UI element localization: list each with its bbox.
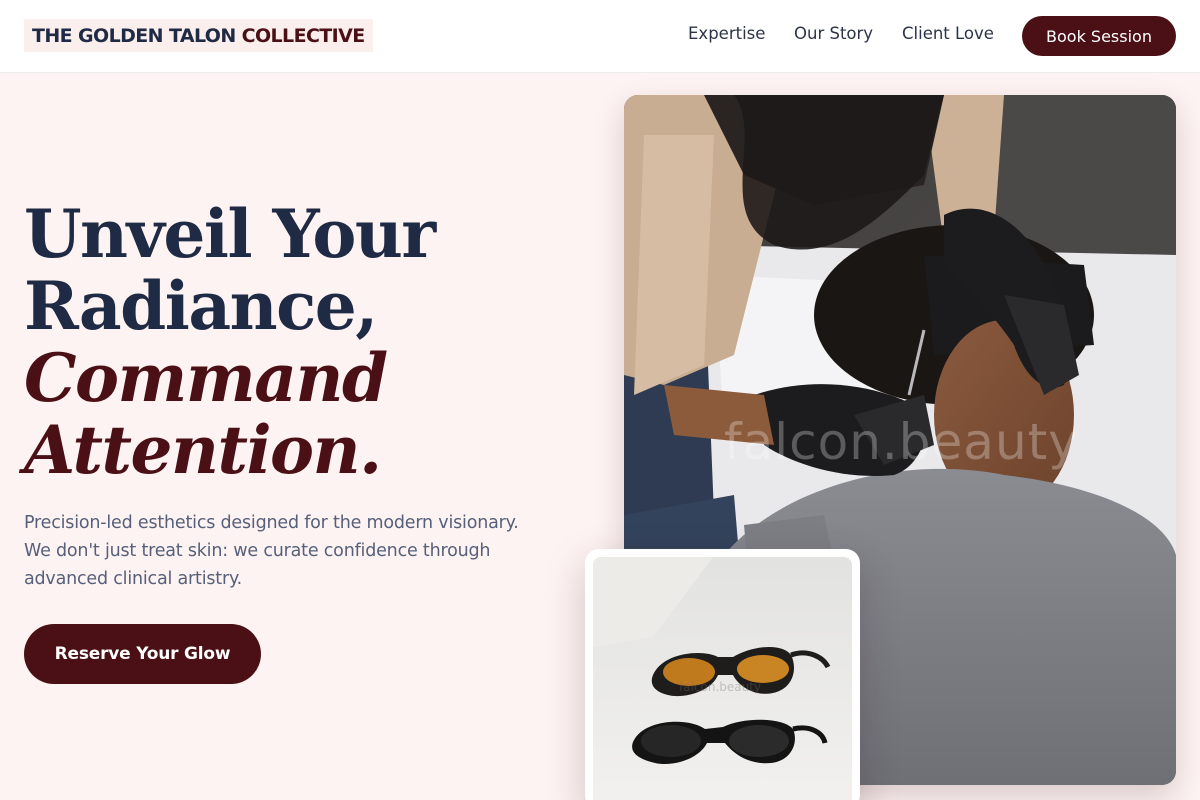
protective-eyewear-photo: falcon.beauty xyxy=(593,557,852,800)
reserve-glow-button[interactable]: Reserve Your Glow xyxy=(24,624,261,684)
nav-link-our-story[interactable]: Our Story xyxy=(794,24,873,43)
image-watermark: falcon.beauty xyxy=(724,413,1079,471)
headline-line-3: Command xyxy=(24,339,388,417)
eyewear-photo-card: falcon.beauty xyxy=(585,549,860,800)
brand-logo[interactable]: THE GOLDEN TALON COLLECTIVE xyxy=(24,19,373,52)
small-image-watermark: falcon.beauty xyxy=(679,680,762,694)
headline-line-4: Attention. xyxy=(24,411,382,489)
headline-line-2: Radiance, xyxy=(24,267,378,345)
nav-link-client-love[interactable]: Client Love xyxy=(902,24,994,43)
hero-headline: Unveil Your Radiance, Command Attention. xyxy=(24,198,584,486)
book-session-button[interactable]: Book Session xyxy=(1022,16,1176,56)
logo-text-accent: COLLECTIVE xyxy=(241,24,366,47)
hero-subtext: Precision-led esthetics designed for the… xyxy=(24,513,519,589)
nav-link-expertise[interactable]: Expertise xyxy=(688,24,765,43)
headline-line-1: Unveil Your xyxy=(24,195,436,273)
site-header: THE GOLDEN TALON COLLECTIVE Expertise Ou… xyxy=(0,0,1200,73)
logo-text-primary: THE GOLDEN TALON xyxy=(32,24,236,47)
